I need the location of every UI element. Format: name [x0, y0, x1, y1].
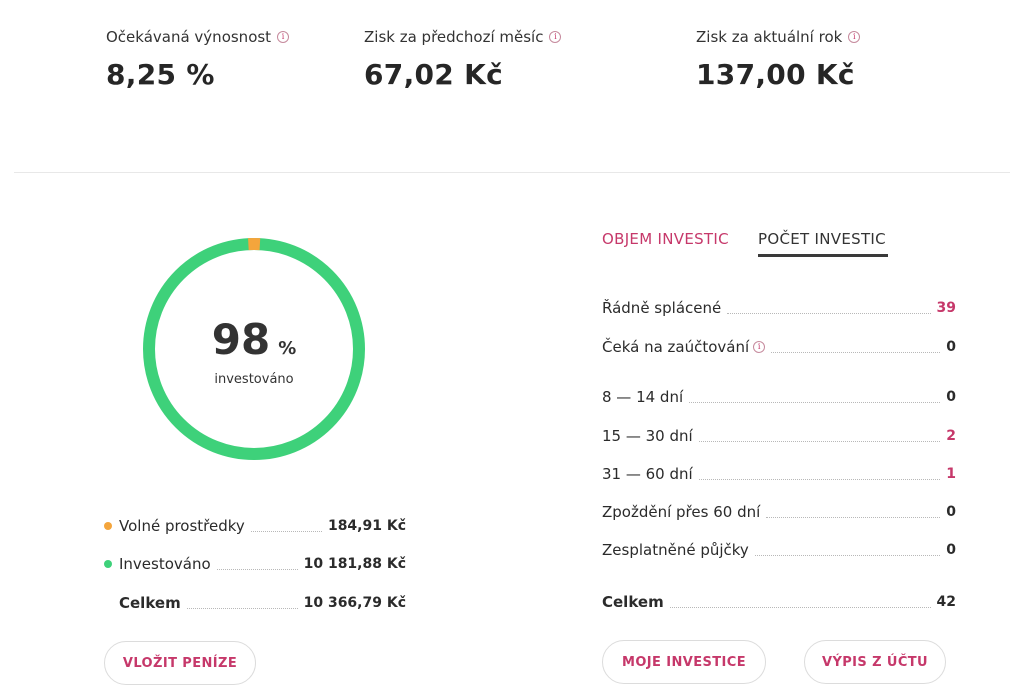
stat-profit-last-month: Zisk za předchozí měsíc i 67,02 Kč — [364, 28, 562, 91]
total-value: 10 366,79 Kč — [303, 595, 406, 611]
row-late-15-30: 15 — 30 dní 2 — [602, 427, 956, 445]
info-icon[interactable]: i — [848, 31, 861, 43]
info-icon[interactable]: i — [277, 31, 290, 43]
row-repaid-properly: Řádně splácené 39 — [602, 299, 956, 317]
row-called-loans: Zesplatněné půjčky 0 — [602, 541, 956, 559]
legend-invested: Investováno 10 181,88 Kč — [104, 555, 406, 573]
row-value: 1 — [946, 466, 956, 482]
row-late-over-60: Zpoždění přes 60 dní 0 — [602, 503, 956, 521]
account-statement-button[interactable]: VÝPIS Z ÚČTU — [804, 640, 946, 684]
row-late-31-60: 31 — 60 dní 1 — [602, 465, 956, 483]
legend-free-funds: Volné prostředky 184,91 Kč — [104, 517, 406, 535]
tab-investment-volume[interactable]: OBJEM INVESTIC — [602, 230, 729, 248]
percent-unit: % — [278, 338, 297, 359]
invested-percent: 98 — [211, 315, 271, 364]
row-value: 0 — [946, 389, 956, 405]
orange-dot-icon — [104, 522, 112, 530]
row-value: 0 — [946, 339, 956, 355]
stat-label: Očekávaná výnosnost i — [106, 28, 290, 46]
deposit-money-button[interactable]: VLOŽIT PENÍZE — [104, 641, 256, 685]
stat-label: Zisk za aktuální rok i — [696, 28, 861, 46]
row-total: Celkem 42 — [602, 593, 956, 611]
row-value: 39 — [936, 300, 956, 316]
row-value: 2 — [946, 428, 956, 444]
my-investments-button[interactable]: MOJE INVESTICE — [602, 640, 766, 684]
row-value: 0 — [946, 542, 956, 558]
stat-expected-yield: Očekávaná výnosnost i 8,25 % — [106, 28, 290, 91]
row-value: 0 — [946, 504, 956, 520]
active-tab-indicator — [758, 254, 888, 257]
legend-total: Celkem 10 366,79 Kč — [119, 594, 406, 612]
info-icon[interactable]: i — [753, 341, 766, 353]
tab-investment-count[interactable]: POČET INVESTIC — [758, 230, 886, 248]
row-value: 42 — [936, 594, 956, 610]
stat-value: 137,00 Kč — [696, 58, 855, 91]
row-pending-posting: Čeká na zaúčtování i 0 — [602, 338, 956, 356]
stat-profit-this-year: Zisk za aktuální rok i 137,00 Kč — [696, 28, 861, 91]
stat-value: 8,25 % — [106, 58, 215, 91]
row-late-8-14: 8 — 14 dní 0 — [602, 388, 956, 406]
invested-value: 10 181,88 Kč — [303, 556, 406, 572]
invested-label: investováno — [214, 372, 294, 387]
free-funds-value: 184,91 Kč — [327, 518, 406, 534]
info-icon[interactable]: i — [549, 31, 562, 43]
section-divider — [14, 172, 1010, 173]
stat-value: 67,02 Kč — [364, 58, 504, 91]
green-dot-icon — [104, 560, 112, 568]
stat-label: Zisk za předchozí měsíc i — [364, 28, 562, 46]
donut-center: 98 % investováno — [140, 235, 368, 463]
